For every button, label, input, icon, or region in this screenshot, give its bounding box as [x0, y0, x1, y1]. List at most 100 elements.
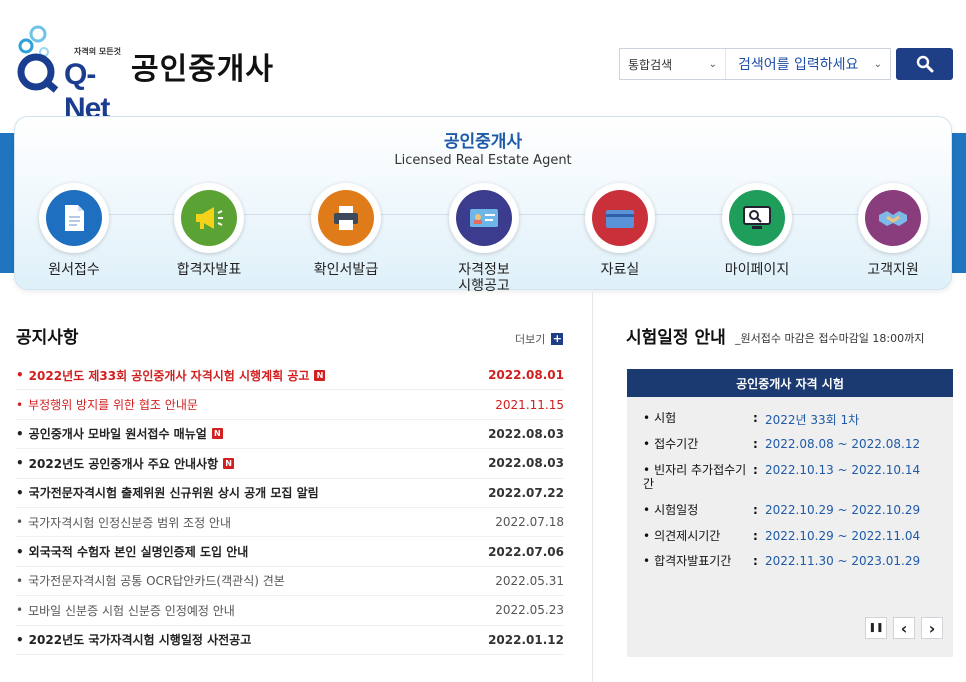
menu-customer-support[interactable]: 고객지원 [833, 183, 953, 279]
search-input[interactable]: 검색어를 입력하세요 ⌄ [726, 49, 890, 79]
notice-row[interactable]: 국가자격시험 인정신분증 범위 조정 안내 2022.07.18 [16, 508, 564, 538]
notice-date: 2022.07.18 [495, 515, 564, 530]
menu-label: 확인서발급 [313, 262, 379, 278]
schedule-label: 의견제시기간 [643, 529, 753, 543]
schedule-colon: : [753, 411, 758, 425]
search-category-value: 통합검색 [628, 57, 673, 72]
notice-row[interactable]: 국가전문자격시험 출제위원 신규위원 상시 공개 모집 알림 2022.07.2… [16, 479, 564, 508]
prev-button[interactable]: ‹ [893, 617, 915, 639]
schedule-colon: : [753, 463, 758, 477]
search-bar: 통합검색 ⌄ 검색어를 입력하세요 ⌄ [619, 48, 891, 80]
schedule-row: 합격자발표기간 : 2022.11.30 ~ 2023.01.29 [643, 554, 920, 568]
logo-tagline: 자격의 모든것 [74, 47, 121, 56]
notice-row-title: 국가전문자격시험 공통 OCR답안카드(객관식) 견본 [16, 572, 285, 589]
notice-title-text: 2022년도 국가자격시험 시행일정 사전공고 [28, 633, 252, 648]
header: 자격의 모든것 Q-Net 공인중개사 통합검색 ⌄ 검색어를 입력하세요 ⌄ [0, 0, 966, 125]
page-title[interactable]: 공인중개사 [131, 44, 274, 88]
menu-label: 자료실 [600, 262, 640, 278]
menu-apply[interactable]: 원서접수 [14, 183, 134, 279]
schedule-row: 시험 : 2022년 33회 1차 [643, 411, 859, 428]
notice-title-text: 부정행위 방지를 위한 협조 안내문 [28, 398, 198, 413]
schedule-colon: : [753, 503, 758, 517]
notice-date: 2022.05.31 [495, 573, 564, 588]
notice-row[interactable]: 모바일 신분증 시험 신분증 인정예정 안내 2022.05.23 [16, 596, 564, 626]
notice-date: 2022.08.03 [488, 456, 564, 471]
notice-title: 공지사항 [16, 328, 79, 348]
schedule-value: 2022.08.08 ~ 2022.08.12 [765, 437, 921, 451]
notice-row-title: 국가전문자격시험 출제위원 신규위원 상시 공개 모집 알림 [16, 484, 319, 501]
schedule-value: 2022.10.29 ~ 2022.10.29 [765, 503, 921, 517]
menu-label: 마이페이지 [724, 262, 790, 278]
schedule-label: 빈자리 추가접수기간 [643, 463, 747, 491]
notice-row[interactable]: 부정행위 방지를 위한 협조 안내문 2021.11.15 [16, 390, 564, 420]
q-letter-icon [17, 53, 59, 93]
monitor-icon [729, 190, 785, 246]
schedule-label: 시험 [643, 411, 753, 428]
id-card-icon [456, 190, 512, 246]
notice-date: 2021.11.15 [495, 397, 564, 412]
new-badge-icon: N [211, 428, 223, 440]
notice-row[interactable]: 외국국적 수험자 본인 실명인증제 도입 안내 2022.07.06 [16, 537, 564, 567]
schedule-value: 2022.11.30 ~ 2023.01.29 [765, 554, 921, 568]
folder-icon [592, 190, 648, 246]
notice-title-text: 국가전문자격시험 공통 OCR답안카드(객관식) 견본 [28, 574, 285, 589]
schedule-box-title: 공인중개사 자격 시험 [627, 369, 953, 397]
notice-date: 2022.01.12 [488, 632, 564, 647]
schedule-value: 2022년 33회 1차 [765, 413, 860, 427]
notice-date: 2022.07.22 [488, 485, 564, 500]
notice-title-text: 공인중개사 모바일 원서접수 매뉴얼 [28, 427, 207, 442]
schedule-row: 빈자리 추가접수기간 : 2022.10.13 ~ 2022.10.14 [643, 463, 920, 491]
notice-row[interactable]: 2022년도 국가자격시험 시행일정 사전공고 2022.01.12 [16, 626, 564, 655]
search-category-select[interactable]: 통합검색 ⌄ [620, 49, 726, 79]
search-icon [916, 55, 933, 73]
schedule-value: 2022.10.29 ~ 2022.11.04 [765, 529, 921, 543]
notice-row-title: 2022년도 제33회 공인중개사 자격시험 시행계획 공고 N [16, 367, 326, 384]
schedule-row: 시험일정 : 2022.10.29 ~ 2022.10.29 [643, 503, 920, 517]
new-badge-icon: N [314, 369, 326, 381]
menu-label: 합격자발표 [176, 262, 242, 278]
banner-band-right [952, 133, 966, 273]
notice-date: 2022.05.23 [495, 603, 564, 618]
notice-row[interactable]: 공인중개사 모바일 원서접수 매뉴얼 N 2022.08.03 [16, 420, 564, 450]
menu-certificate[interactable]: 확인서발급 [286, 183, 406, 279]
quick-menu-banner: 공인중개사 Licensed Real Estate Agent 원서접수 합격… [14, 116, 953, 294]
notice-row[interactable]: 2022년도 공인중개사 주요 안내사항 N 2022.08.03 [16, 449, 564, 479]
menu-qualification-info[interactable]: 자격정보 시행공고 [424, 183, 544, 294]
notice-list: 2022년도 제33회 공인중개사 자격시험 시행계획 공고 N 2022.08.… [16, 361, 564, 655]
notice-row[interactable]: 2022년도 제33회 공인중개사 자격시험 시행계획 공고 N 2022.08.… [16, 361, 564, 391]
menu-mypage[interactable]: 마이페이지 [697, 183, 817, 279]
notice-row-title: 부정행위 방지를 위한 협조 안내문 [16, 396, 198, 413]
menu-icon-frame [174, 183, 244, 253]
handshake-icon [865, 190, 921, 246]
search-button[interactable] [896, 48, 953, 80]
schedule-label: 합격자발표기간 [643, 554, 753, 568]
schedule-row: 의견제시기간 : 2022.10.29 ~ 2022.11.04 [643, 529, 920, 543]
section-divider [592, 292, 593, 682]
menu-icon-frame [722, 183, 792, 253]
next-button[interactable]: › [921, 617, 943, 639]
notice-row-title: 2022년도 국가자격시험 시행일정 사전공고 [16, 631, 252, 648]
pause-button[interactable]: ❚❚ [865, 617, 887, 639]
notice-row-title: 2022년도 공인중개사 주요 안내사항 N [16, 455, 235, 472]
notice-title-text: 외국국적 수험자 본인 실명인증제 도입 안내 [28, 545, 249, 560]
schedule-title: 시험일정 안내 [626, 328, 726, 348]
notice-title-text: 국가전문자격시험 출제위원 신규위원 상시 공개 모집 알림 [28, 486, 319, 501]
qnet-logo[interactable]: 자격의 모든것 Q-Net [14, 22, 124, 125]
notice-row[interactable]: 국가전문자격시험 공통 OCR답안카드(객관식) 견본 2022.05.31 [16, 567, 564, 597]
more-label: 더보기 [515, 333, 546, 346]
document-icon [46, 190, 102, 246]
menu-results[interactable]: 합격자발표 [149, 183, 269, 279]
notice-title-text: 2022년도 제33회 공인중개사 자격시험 시행계획 공고 [28, 368, 310, 383]
notice-row-title: 외국국적 수험자 본인 실명인증제 도입 안내 [16, 543, 249, 560]
notice-title-text: 2022년도 공인중개사 주요 안내사항 [28, 456, 219, 471]
pause-icon: ❚❚ [868, 623, 884, 633]
schedule-colon: : [753, 554, 758, 568]
menu-label: 고객지원 [867, 262, 919, 278]
chevron-down-icon: ⌄ [708, 58, 717, 70]
schedule-colon: : [753, 529, 758, 543]
banner-band-left [0, 133, 14, 273]
notice-more-link[interactable]: 더보기 + [515, 331, 564, 347]
banner-subtitle: Licensed Real Estate Agent [394, 153, 572, 168]
schedule-value: 2022.10.13 ~ 2022.10.14 [765, 463, 921, 477]
menu-resources[interactable]: 자료실 [560, 183, 680, 279]
